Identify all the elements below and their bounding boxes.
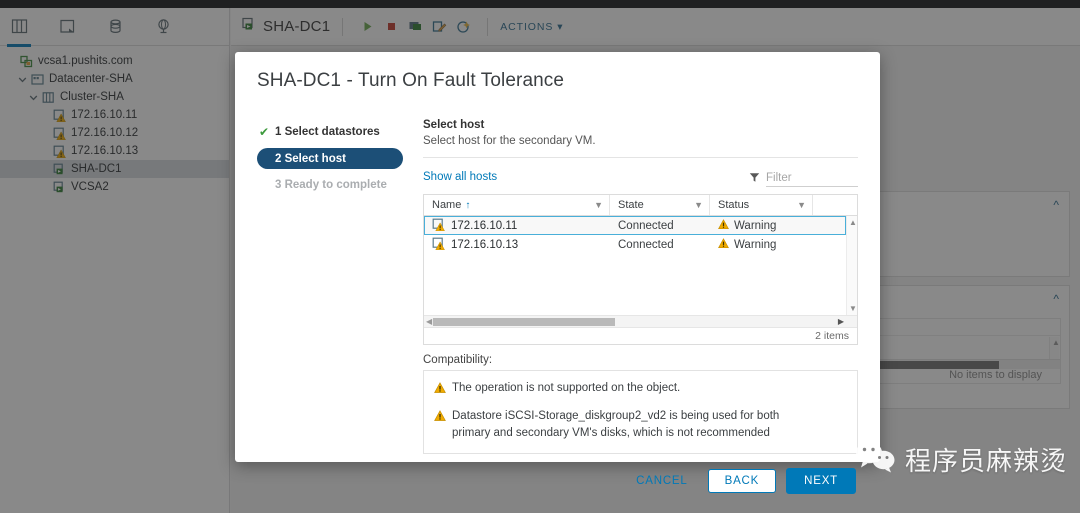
wizard-step-3[interactable]: 3 Ready to complete [257,174,420,196]
vsphere-client-window: vcsa1.pushits.comDatacenter-SHACluster-S… [0,0,1080,513]
column-header-status[interactable]: Status ▼ [710,195,813,215]
wechat-icon [855,440,897,479]
wizard-step-1[interactable]: ✔1 Select datastores [257,121,420,143]
turn-on-fault-tolerance-dialog: SHA-DC1 - Turn On Fault Tolerance ✔1 Sel… [235,52,880,462]
compatibility-message-text: Datastore iSCSI-Storage_diskgroup2_vd2 i… [452,408,812,442]
scrollbar-thumb[interactable] [433,318,615,326]
show-all-hosts-link[interactable]: Show all hosts [423,171,497,183]
warning-icon [434,408,446,442]
scroll-left-icon[interactable]: ◀ [426,317,432,326]
compatibility-box: The operation is not supported on the ob… [423,370,858,454]
warning-icon [718,238,729,252]
compatibility-label: Compatibility: [423,354,858,366]
back-button[interactable]: BACK [708,469,777,493]
column-header-state[interactable]: State ▼ [610,195,710,215]
wizard-step-label: 3 Ready to complete [275,179,387,191]
pane-divider [423,157,858,158]
table-row[interactable]: 172.16.10.13 Connected Warning [424,235,846,254]
table-item-count: 2 items [424,327,857,344]
cell-status: Warning [734,220,776,232]
dialog-footer: CANCEL BACK NEXT [235,454,880,510]
pane-heading: Select host [423,119,858,131]
compatibility-message: The operation is not supported on the ob… [434,380,847,400]
cancel-button[interactable]: CANCEL [626,469,697,493]
warning-icon [718,219,729,233]
host-table-header: Name ↑ ▼ State ▼ Status ▼ [424,195,857,216]
host-warning-icon [432,218,446,234]
scroll-right-icon[interactable]: ▶ [838,317,844,326]
cell-status: Warning [734,239,776,251]
pane-subtext: Select host for the secondary VM. [423,135,858,147]
wizard-step-label: 2 Select host [275,153,346,165]
wizard-step-2[interactable]: 2 Select host [257,148,403,169]
cell-name: 172.16.10.13 [451,239,518,251]
cell-state: Connected [610,239,710,251]
filter-icon [749,170,760,188]
watermark: 程序员麻辣烫 [855,440,1067,479]
next-button[interactable]: NEXT [786,468,856,494]
cell-state: Connected [610,220,710,232]
dialog-body: ✔1 Select datastores 2 Select host 3 Ready… [235,105,880,454]
wizard-pane: Select host Select host for the secondar… [420,119,858,454]
watermark-text: 程序员麻辣烫 [905,441,1067,478]
chevron-down-icon[interactable]: ▼ [594,200,603,210]
check-icon: ✔ [259,125,275,139]
table-row[interactable]: 172.16.10.11 Connected Warning [424,216,846,235]
warning-icon [434,380,446,400]
column-header-name[interactable]: Name ↑ ▼ [424,195,610,215]
cell-name: 172.16.10.11 [451,220,517,232]
column-header-spacer [813,195,857,215]
compatibility-message: Datastore iSCSI-Storage_diskgroup2_vd2 i… [434,408,847,442]
table-horizontal-scrollbar[interactable]: ◀ ▶ [424,315,857,327]
sort-ascending-icon: ↑ [465,200,470,211]
scroll-down-icon[interactable]: ▼ [849,304,857,313]
chevron-down-icon[interactable]: ▼ [694,200,703,210]
compatibility-message-text: The operation is not supported on the ob… [452,380,680,400]
table-vertical-scrollbar[interactable]: ▲ ▼ [846,216,857,315]
host-warning-icon [432,237,446,253]
chevron-down-icon[interactable]: ▼ [797,200,806,210]
filter-input[interactable] [766,171,858,187]
host-table: Name ↑ ▼ State ▼ Status ▼ [423,194,858,345]
host-table-body: 172.16.10.11ConnectedWarning172.16.10.13… [424,216,857,315]
dialog-title: SHA-DC1 - Turn On Fault Tolerance [235,52,880,105]
wizard-steps: ✔1 Select datastores 2 Select host 3 Ready… [257,119,420,454]
scroll-up-icon[interactable]: ▲ [849,218,857,227]
wizard-step-label: 1 Select datastores [275,126,380,138]
